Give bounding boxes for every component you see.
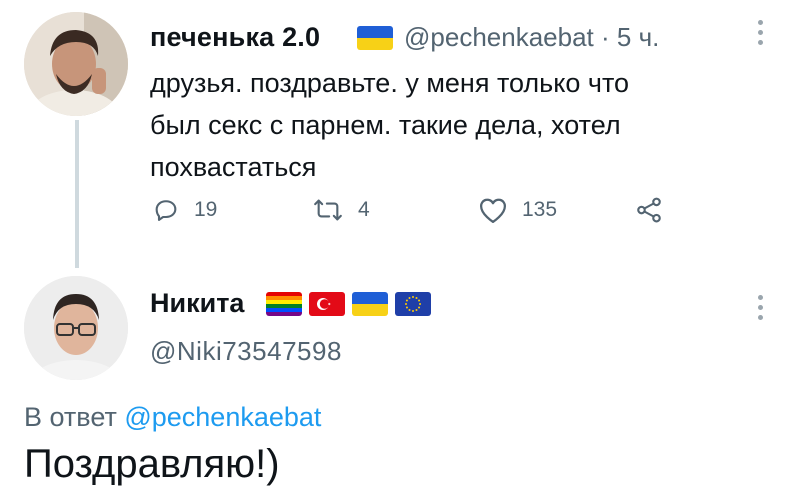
reply-more-options-icon[interactable] [758,295,764,325]
reply-author-avatar[interactable] [24,276,128,380]
retweet-button[interactable]: 4 [312,192,370,228]
tweet-text-line: был секс с парнем. такие дела, хотел [150,110,621,140]
retweet-count: 4 [358,198,370,221]
reply-author-handle[interactable]: @Niki73547598 [150,336,342,367]
reply-to-handle-link[interactable]: @pechenkaebat [124,402,321,432]
ukraine-flag-icon [357,26,393,50]
share-button[interactable] [634,192,664,228]
share-icon [637,197,661,223]
reply-author-flags [266,292,431,316]
reply-to-prefix: В ответ [24,402,117,432]
eu-flag-icon [395,292,431,316]
thread-line [75,120,79,268]
like-button[interactable]: 135 [478,192,557,228]
author-handle-and-time[interactable]: @pechenkaebat · 5 ч. [404,22,659,53]
reply-count: 19 [194,198,218,221]
more-options-icon[interactable] [758,20,764,50]
tweet-time[interactable]: · 5 ч. [601,22,659,52]
author-handle[interactable]: @pechenkaebat [404,22,594,52]
tweet-text-line: похвастаться [150,152,317,182]
heart-icon [480,198,506,223]
turkey-flag-icon [309,292,345,316]
author-name[interactable]: печенька 2.0 [150,22,320,53]
retweet-icon [314,199,342,221]
reply-icon [155,200,177,221]
author-avatar[interactable] [24,12,128,116]
like-count: 135 [522,198,558,221]
rainbow-flag-icon [266,292,302,316]
tweet-text-line: друзья. поздравьте. у меня только что [150,68,630,98]
reply-tweet-text: Поздравляю!) [24,442,280,486]
tweet-text: друзья. поздравьте. у меня только что бы… [150,62,750,188]
ukraine-flag-icon [352,292,388,316]
reply-button[interactable]: 19 [152,192,217,228]
reply-context: В ответ @pechenkaebat [24,402,321,433]
reply-author-name[interactable]: Никита [150,288,244,319]
